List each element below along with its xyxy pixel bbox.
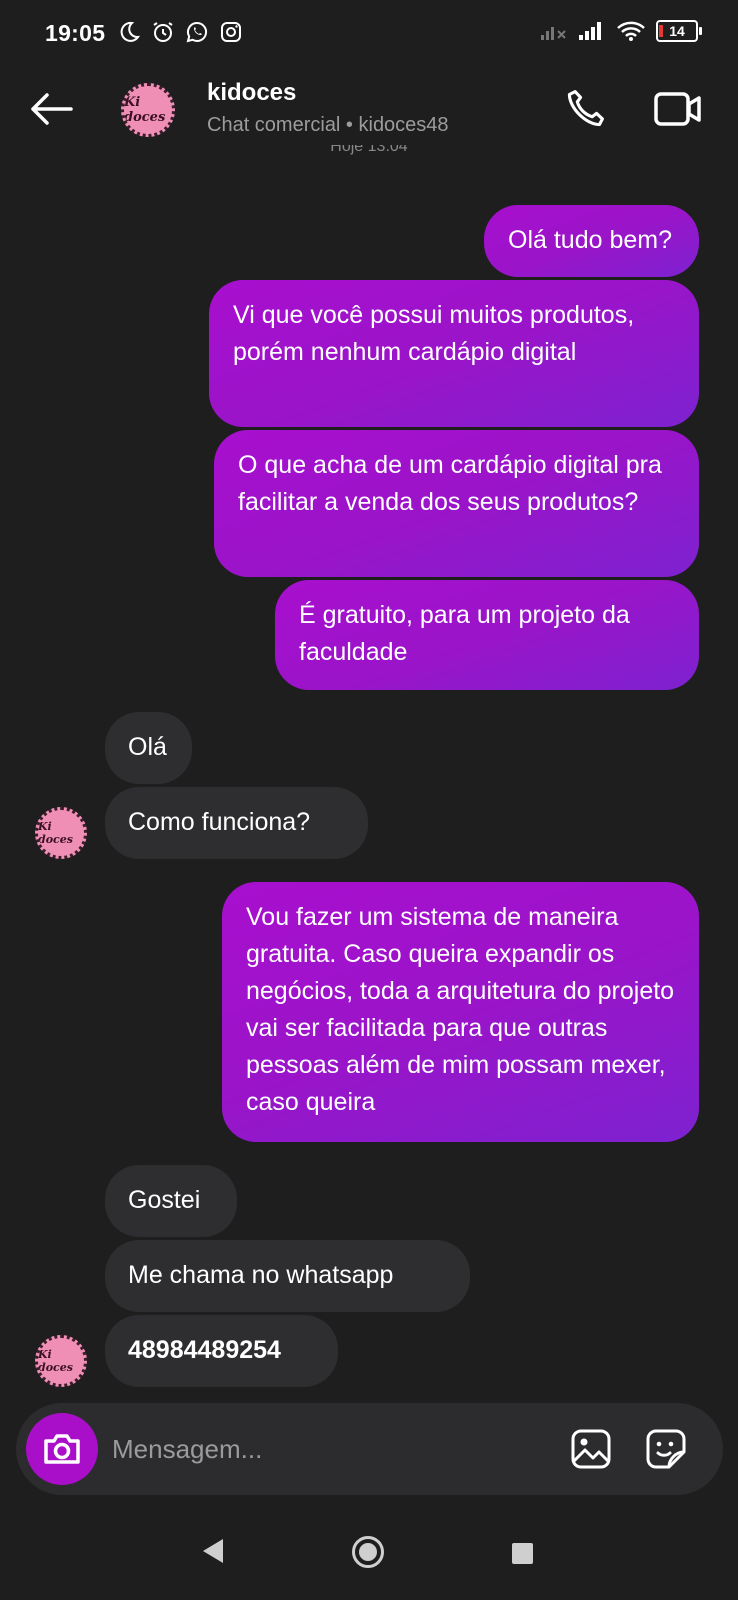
whatsapp-icon	[186, 21, 208, 43]
signal-off-icon	[541, 27, 566, 40]
contact-avatar[interactable]: Ki doces	[121, 83, 175, 137]
moon-icon	[120, 21, 141, 42]
phone-icon	[567, 90, 604, 127]
contact-name[interactable]: kidoces	[207, 79, 296, 107]
camera-icon	[44, 1434, 80, 1464]
incoming-message[interactable]: Me chama no whatsapp	[105, 1240, 470, 1312]
incoming-message[interactable]: Olá	[105, 712, 192, 784]
incoming-message[interactable]: Como funciona?	[105, 787, 368, 859]
alarm-icon	[153, 22, 173, 42]
gallery-button[interactable]	[568, 1426, 614, 1472]
sender-avatar[interactable]: Ki doces	[35, 1335, 87, 1387]
status-icons-right: 14	[540, 20, 702, 42]
triangle-back-icon	[203, 1539, 223, 1563]
home-circle-icon	[352, 1536, 384, 1568]
nav-home-button[interactable]	[351, 1535, 385, 1574]
incoming-message[interactable]: Gostei	[105, 1165, 237, 1237]
arrow-left-icon	[31, 93, 73, 125]
sticker-icon	[646, 1429, 686, 1469]
outgoing-message[interactable]: Vi que você possui muitos produtos, poré…	[209, 280, 699, 427]
message-input[interactable]	[112, 1426, 542, 1472]
outgoing-message[interactable]: É gratuito, para um projeto da faculdade	[275, 580, 699, 690]
camera-button[interactable]	[26, 1413, 98, 1485]
outgoing-message[interactable]: O que acha de um cardápio digital pra fa…	[214, 430, 699, 577]
back-button[interactable]	[28, 86, 74, 132]
image-icon	[571, 1429, 611, 1469]
nav-recents-button[interactable]	[512, 1543, 533, 1564]
avatar-logo-text: Ki doces	[38, 1348, 73, 1374]
sticker-button[interactable]	[643, 1426, 689, 1472]
incoming-message[interactable]: 48984489254	[105, 1315, 338, 1387]
instagram-icon	[221, 22, 241, 42]
date-separator: Hoje 13:04	[330, 145, 408, 155]
nav-back-button[interactable]	[202, 1538, 224, 1569]
avatar-logo-text: Ki doces	[38, 820, 73, 846]
battery-icon: 14	[656, 20, 702, 42]
video-camera-icon	[654, 92, 701, 126]
status-time: 19:05	[45, 20, 106, 46]
outgoing-message[interactable]: Olá tudo bem?	[484, 205, 699, 277]
outgoing-message[interactable]: Vou fazer um sistema de maneira gratuita…	[222, 882, 699, 1142]
video-call-button[interactable]	[650, 84, 706, 134]
battery-level: 14	[669, 23, 685, 39]
voice-call-button[interactable]	[560, 84, 610, 134]
signal-icon	[579, 22, 601, 40]
sender-avatar[interactable]: Ki doces	[35, 807, 87, 859]
avatar-logo-text: Ki doces	[124, 95, 166, 125]
status-icons-left	[117, 20, 243, 44]
contact-subtitle: Chat comercial • kidoces48	[207, 114, 449, 136]
wifi-icon	[617, 21, 645, 41]
